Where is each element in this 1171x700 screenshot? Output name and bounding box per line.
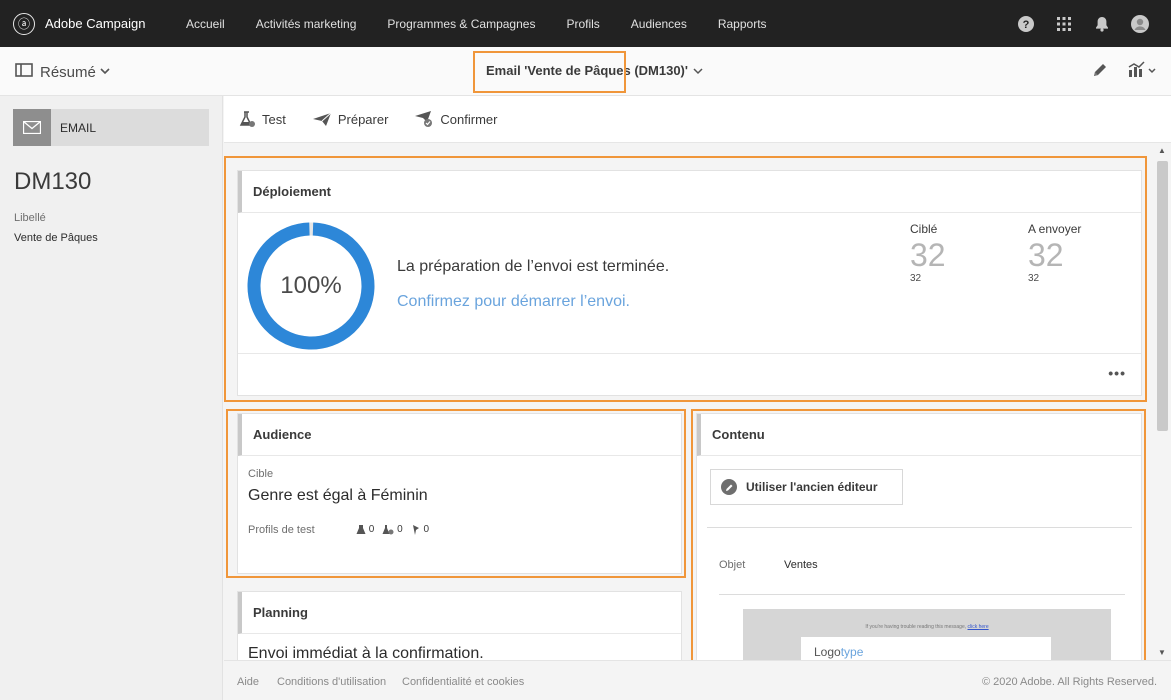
scroll-thumb[interactable]: [1157, 161, 1168, 431]
nav-item-audiences[interactable]: Audiences: [631, 17, 687, 31]
delivery-title-text: Email 'Vente de Pâques (DM130)': [486, 63, 688, 78]
help-icon[interactable]: ?: [1017, 15, 1035, 33]
chevron-down-icon: [693, 63, 703, 78]
send-confirm-icon: [414, 110, 434, 128]
svg-text:?: ?: [1023, 19, 1030, 31]
left-summary-panel: EMAIL DM130 Libellé Vente de Pâques: [0, 96, 223, 700]
divider: [719, 594, 1125, 595]
test-profile-counts: 0 0 0: [356, 524, 437, 535]
channel-label: EMAIL: [60, 120, 97, 135]
channel-tag: EMAIL: [13, 109, 209, 146]
main-content: Déploiement 100% La préparation de l’env…: [224, 143, 1155, 660]
paper-plane-icon: [312, 111, 332, 127]
profils-test-label: Profils de test: [248, 524, 315, 536]
envelope-icon: [13, 109, 51, 146]
adobe-campaign-logo-icon: ⓐ: [13, 12, 35, 35]
deploiement-title: Déploiement: [238, 171, 1141, 213]
preparer-button[interactable]: Préparer: [312, 111, 389, 127]
vertical-scrollbar[interactable]: ▲ ▼: [1155, 143, 1171, 660]
view-switcher[interactable]: Résumé: [15, 63, 110, 81]
more-options-icon[interactable]: •••: [1108, 365, 1126, 381]
old-editor-label: Utiliser l'ancien éditeur: [746, 480, 878, 494]
pin-icon: [412, 525, 419, 535]
preview-trouble-message: If you're having trouble reading this me…: [865, 624, 989, 630]
count-pin: 0: [411, 524, 429, 535]
preparation-status: La préparation de l’envoi est terminée.: [397, 258, 670, 275]
chevron-down-icon: [100, 66, 110, 78]
flask-test-icon: [238, 110, 256, 128]
cible-field-label: Cible: [248, 468, 274, 480]
old-editor-button[interactable]: Utiliser l'ancien éditeur: [710, 469, 903, 505]
deploiement-footer: •••: [238, 353, 1141, 395]
main-nav: Accueil Activités marketing Programmes &…: [186, 17, 798, 31]
cible-stat: Ciblé 32 32: [910, 222, 946, 284]
contenu-title: Contenu: [697, 414, 1141, 456]
seed-test-icon: [382, 525, 394, 535]
pencil-icon: [721, 479, 737, 495]
preparer-label: Préparer: [337, 111, 389, 127]
cible-field-value: Genre est égal à Féminin: [248, 487, 428, 504]
header-actions: ?: [997, 0, 1149, 47]
delivery-title[interactable]: Email 'Vente de Pâques (DM130)': [486, 63, 703, 78]
contenu-card: Contenu Utiliser l'ancien éditeur Objet …: [696, 413, 1142, 660]
object-actions: [1073, 61, 1157, 79]
count-seed: 0: [382, 524, 403, 535]
panel-layout-icon: [15, 63, 33, 81]
planning-title: Planning: [238, 592, 681, 634]
audience-card: Audience Cible Genre est égal à Féminin …: [237, 413, 682, 574]
libelle-value: Vente de Pâques: [14, 232, 98, 244]
footer-copyright: © 2020 Adobe. All Rights Reserved.: [981, 676, 1157, 688]
reports-chart-icon[interactable]: [1127, 61, 1157, 79]
progress-percent: 100%: [280, 272, 342, 299]
global-header: ⓐ Adobe Campaign Accueil Activités marke…: [0, 0, 1171, 47]
preview-click-here-link: click here: [967, 624, 989, 630]
planning-card: Planning Envoi immédiat à la confirmatio…: [237, 591, 682, 660]
objet-value: Ventes: [784, 559, 818, 571]
nav-item-activites-marketing[interactable]: Activités marketing: [256, 17, 357, 31]
libelle-label: Libellé: [14, 212, 46, 224]
cible-sub-value: 32: [910, 273, 922, 284]
a-envoyer-stat: A envoyer 32 32: [1028, 222, 1081, 284]
divider: [707, 527, 1132, 528]
test-button[interactable]: Test: [238, 110, 286, 128]
delivery-code: DM130: [14, 168, 92, 195]
page-footer: Aide Conditions d'utilisation Confidenti…: [224, 660, 1171, 700]
brand[interactable]: ⓐ Adobe Campaign: [0, 12, 186, 35]
confirm-send-link[interactable]: Confirmez pour démarrer l’envoi.: [397, 293, 630, 311]
confirmer-label: Confirmer: [440, 111, 498, 127]
footer-aide-link[interactable]: Aide: [237, 676, 259, 688]
action-toolbar: Test Préparer Confirmer: [224, 96, 1171, 143]
objet-label: Objet: [719, 559, 746, 571]
a-envoyer-label: A envoyer: [1028, 222, 1082, 236]
audience-title: Audience: [238, 414, 681, 456]
notifications-bell-icon[interactable]: [1093, 15, 1111, 33]
planning-value: Envoi immédiat à la confirmation.: [248, 645, 484, 660]
cible-value: 32: [910, 237, 946, 273]
object-header: Résumé Email 'Vente de Pâques (DM130)': [0, 47, 1171, 96]
preview-logo: Logotype: [801, 637, 1051, 660]
apps-grid-icon[interactable]: [1055, 15, 1073, 33]
flask-icon: [356, 525, 366, 534]
email-preview[interactable]: If you're having trouble reading this me…: [743, 609, 1111, 660]
nav-item-rapports[interactable]: Rapports: [718, 17, 767, 31]
footer-conditions-link[interactable]: Conditions d'utilisation: [277, 676, 386, 688]
count-flask: 0: [356, 524, 374, 535]
confirmer-button[interactable]: Confirmer: [414, 110, 498, 128]
a-envoyer-value: 32: [1028, 237, 1064, 273]
a-envoyer-sub-value: 32: [1028, 273, 1040, 284]
scroll-down-icon[interactable]: ▼: [1158, 648, 1166, 657]
view-label: Résumé: [40, 63, 96, 81]
deploiement-card: Déploiement 100% La préparation de l’env…: [237, 170, 1142, 396]
scroll-up-icon[interactable]: ▲: [1158, 146, 1166, 155]
brand-name: Adobe Campaign: [45, 16, 146, 31]
footer-confidentialite-link[interactable]: Confidentialité et cookies: [402, 676, 524, 688]
nav-item-accueil[interactable]: Accueil: [186, 17, 225, 31]
test-label: Test: [262, 111, 286, 127]
user-avatar-icon[interactable]: [1131, 14, 1149, 33]
cible-label: Ciblé: [910, 222, 938, 236]
nav-item-programmes-campagnes[interactable]: Programmes & Campagnes: [387, 17, 535, 31]
nav-item-profils[interactable]: Profils: [566, 17, 599, 31]
edit-pencil-icon[interactable]: [1091, 61, 1109, 79]
